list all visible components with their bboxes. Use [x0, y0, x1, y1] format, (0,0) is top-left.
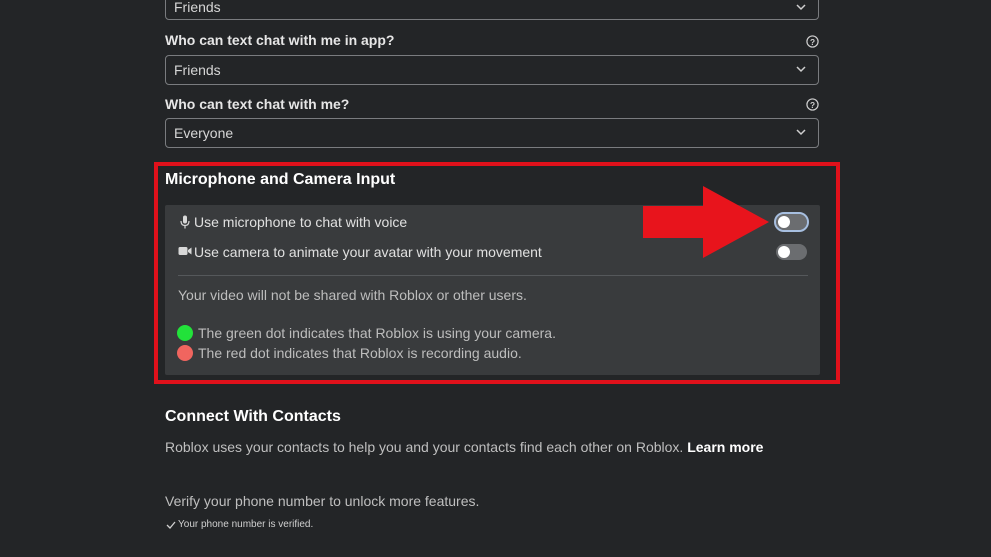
chat-select[interactable]: Everyone	[165, 118, 819, 148]
help-icon[interactable]: ?	[806, 35, 819, 48]
help-icon[interactable]: ?	[806, 98, 819, 111]
phone-verified-text: Your phone number is verified.	[178, 519, 314, 530]
svg-text:?: ?	[810, 37, 815, 47]
learn-more-link[interactable]: Learn more	[687, 439, 763, 455]
chat-label: Who can text chat with me?	[165, 96, 350, 112]
chevron-down-icon	[796, 4, 806, 11]
contacts-description: Roblox uses your contacts to help you an…	[165, 438, 815, 456]
chevron-down-icon	[796, 129, 806, 136]
contacts-description-text: Roblox uses your contacts to help you an…	[165, 439, 684, 455]
contacts-title: Connect With Contacts	[165, 408, 341, 425]
in-app-chat-label: Who can text chat with me in app?	[165, 32, 395, 48]
arrow-icon	[643, 186, 769, 258]
in-app-chat-select-value: Friends	[174, 62, 221, 78]
chat-select-value: Everyone	[174, 125, 234, 141]
top-chat-select[interactable]: Friends	[165, 0, 819, 20]
chevron-down-icon	[796, 66, 806, 73]
in-app-chat-select[interactable]: Friends	[165, 55, 819, 85]
checkmark-icon	[166, 521, 176, 529]
verify-phone-text: Verify your phone number to unlock more …	[165, 493, 480, 509]
svg-text:?: ?	[810, 100, 815, 110]
top-chat-select-value: Friends	[174, 0, 221, 15]
